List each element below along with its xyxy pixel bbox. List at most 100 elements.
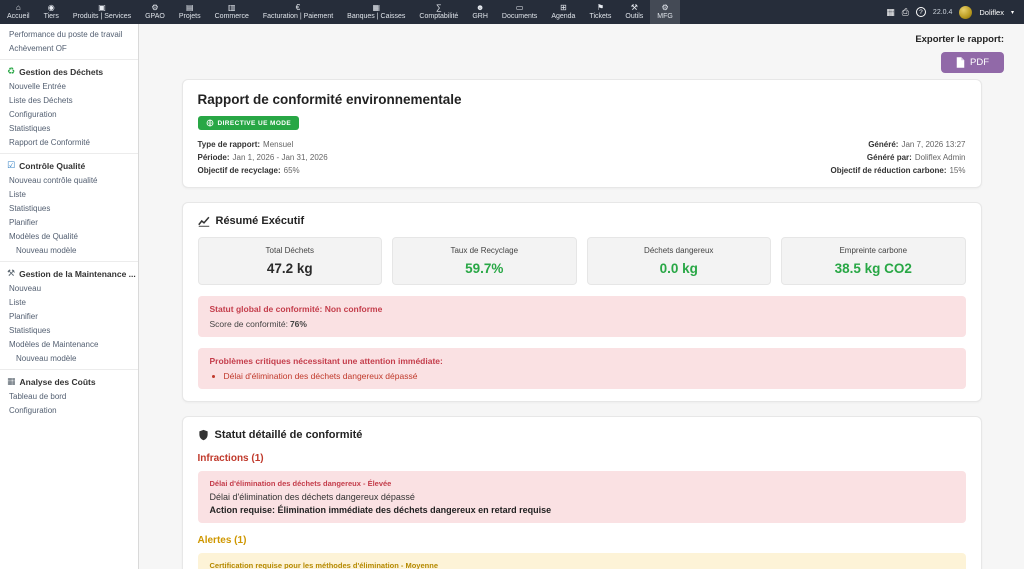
sidebar-item[interactable]: Planifier	[0, 215, 138, 229]
sidebar-item[interactable]: Planifier	[0, 309, 138, 323]
nav-item-label: Agenda	[551, 13, 576, 20]
pdf-button-label: PDF	[970, 57, 989, 68]
nav-item-label: Banques | Caisses	[347, 13, 406, 20]
nav-item-label: Comptabilité	[419, 13, 459, 20]
directive-mode-badge: DIRECTIVE UE MODE	[197, 116, 300, 130]
bank-icon: ▦	[372, 3, 381, 12]
tools-icon: ⚒	[630, 3, 638, 12]
user-menu[interactable]: Doliflex	[979, 8, 1004, 17]
meta-generated: Généré: Jan 7, 2026 13:27	[868, 140, 966, 149]
meta-report-type: Type de rapport: Mensuel	[197, 140, 294, 149]
sidebar-section-title: Contrôle Qualité	[19, 160, 86, 171]
nav-item-gpao[interactable]: ⚙ GPAO	[138, 0, 172, 24]
navbar-right-cluster: ▦ ⎙ ? 22.0.4 Doliflex ▾	[886, 0, 1024, 24]
warning-item: Certification requise pour les méthodes …	[197, 553, 966, 569]
nav-item-projets[interactable]: ▤ Projets	[172, 0, 208, 24]
warnings-heading: Alertes (1)	[197, 535, 247, 546]
top-navbar: ⌂ Accueil ◉ Tiers ▣ Produits | Services …	[0, 0, 1024, 24]
nav-item-label: Projets	[178, 13, 201, 20]
main-menu: ⌂ Accueil ◉ Tiers ▣ Produits | Services …	[0, 0, 680, 24]
nav-item-banques-caisses[interactable]: ▦ Banques | Caisses	[340, 0, 412, 24]
tickets-icon: ⚑	[596, 3, 604, 12]
help-icon[interactable]: ?	[915, 7, 926, 17]
sidebar-item[interactable]: Tableau de bord	[0, 389, 138, 403]
nav-item-label: Outils	[625, 13, 644, 20]
sidebar-item[interactable]: Modèles de Maintenance	[0, 337, 138, 351]
sidebar-section-header[interactable]: ⚒ Gestion de la Maintenance ...	[0, 266, 138, 281]
stat-recycling-rate: Taux de Recyclage 59.7%	[392, 237, 577, 285]
sidebar-item[interactable]: Liste des Déchets	[0, 93, 138, 107]
sidebar-item[interactable]: Statistiques	[0, 121, 138, 135]
nav-item-agenda[interactable]: ⊞ Agenda	[544, 0, 582, 24]
nav-item-outils[interactable]: ⚒ Outils	[618, 0, 650, 24]
nav-item-label: Commerce	[214, 13, 249, 20]
modules-icon[interactable]: ▦	[886, 7, 895, 18]
page-title: Rapport de conformité environnementale	[197, 92, 462, 107]
sidebar-item[interactable]: Modèles de Qualité	[0, 229, 138, 243]
nav-item-commerce[interactable]: ▥ Commerce	[208, 0, 256, 24]
sidebar-item[interactable]: Configuration	[0, 403, 138, 417]
sidebar-section-title: Analyse des Coûts	[19, 376, 96, 387]
summary-title: Résumé Exécutif	[215, 215, 305, 227]
nav-item-label: Documents	[501, 13, 538, 20]
nav-item-grh[interactable]: ☻ GRH	[465, 0, 495, 24]
detail-header: Statut détaillé de conformité	[198, 429, 966, 441]
meta-carbon-target: Objectif de réduction carbone: 15%	[830, 166, 966, 175]
sidebar-item[interactable]: Liste	[0, 295, 138, 309]
print-icon[interactable]: ⎙	[902, 7, 909, 18]
nav-item-label: Accueil	[7, 13, 30, 20]
executive-summary-card: Résumé Exécutif Total Déchets 47.2 kg Ta…	[181, 202, 982, 402]
agenda-icon: ⊞	[560, 3, 567, 12]
nav-item-label: Facturation | Paiement	[262, 13, 334, 20]
sidebar-item[interactable]: Nouveau modèle	[0, 243, 138, 257]
thirdparties-icon: ◉	[47, 3, 55, 12]
user-avatar[interactable]	[959, 5, 973, 19]
sidebar-item[interactable]: Liste	[0, 187, 138, 201]
sidebar-item[interactable]: Statistiques	[0, 201, 138, 215]
nav-item-label: Tiers	[43, 13, 59, 20]
pdf-file-icon	[956, 57, 965, 68]
export-bar: Exporter le rapport: PDF	[159, 30, 1004, 73]
nav-item-documents[interactable]: ▭ Documents	[495, 0, 544, 24]
left-sidebar: Performance du poste de travail Achèveme…	[0, 24, 139, 569]
sidebar-item[interactable]: Statistiques	[0, 323, 138, 337]
stat-hazardous-waste: Déchets dangereux 0.0 kg	[586, 237, 771, 285]
sidebar-item[interactable]: Nouveau contrôle qualité	[0, 173, 138, 187]
sidebar-item[interactable]: Rapport de Conformité	[0, 135, 138, 149]
sidebar-section-maintenance: ⚒ Gestion de la Maintenance ... Nouveau …	[0, 261, 138, 365]
nav-item-tickets[interactable]: ⚑ Tickets	[582, 0, 618, 24]
sidebar-item[interactable]: Nouvelle Entrée	[0, 79, 138, 93]
products-icon: ▣	[98, 3, 106, 12]
meta-recycling-target: Objectif de recyclage: 65%	[197, 166, 300, 175]
export-pdf-button[interactable]: PDF	[941, 52, 1004, 73]
sidebar-section-header[interactable]: ♻ Gestion des Déchets	[0, 64, 138, 79]
export-label: Exporter le rapport:	[915, 34, 1004, 45]
recycle-icon: ♻	[7, 66, 16, 76]
sidebar-section-costs: ▦ Analyse des Coûts Tableau de bord Conf…	[0, 369, 138, 417]
violation-action: Action requise: Élimination immédiate de…	[209, 505, 552, 515]
report-header-card: Rapport de conformité environnementale D…	[181, 79, 982, 188]
sidebar-item[interactable]: Nouveau modèle	[0, 351, 138, 365]
nav-item-mfg[interactable]: ⚙ MFG	[650, 0, 680, 24]
badge-label: DIRECTIVE UE MODE	[217, 119, 292, 127]
compliance-status-alert: Statut global de conformité: Non conform…	[197, 296, 966, 337]
sidebar-item[interactable]: Achèvement OF	[0, 41, 138, 55]
sidebar-item[interactable]: Performance du poste de travail	[0, 27, 138, 41]
nav-item-tiers[interactable]: ◉ Tiers	[37, 0, 66, 24]
sidebar-section-header[interactable]: ▦ Analyse des Coûts	[0, 374, 138, 389]
nav-item-facturation-paiement[interactable]: € Facturation | Paiement	[256, 0, 340, 24]
sidebar-item[interactable]: Configuration	[0, 107, 138, 121]
sidebar-section-header[interactable]: ☑ Contrôle Qualité	[0, 158, 138, 173]
nav-item-label: Tickets	[589, 13, 612, 20]
summary-stats: Total Déchets 47.2 kg Taux de Recyclage …	[197, 237, 966, 285]
sidebar-item[interactable]: Nouveau	[0, 281, 138, 295]
version-badge: 22.0.4	[932, 8, 953, 16]
globe-icon	[206, 119, 213, 127]
sidebar-section-quality: ☑ Contrôle Qualité Nouveau contrôle qual…	[0, 153, 138, 257]
nav-item-accueil[interactable]: ⌂ Accueil	[0, 0, 37, 24]
nav-item-comptabilite[interactable]: ∑ Comptabilité	[412, 0, 465, 24]
nav-item-produits-services[interactable]: ▣ Produits | Services	[66, 0, 138, 24]
detail-title: Statut détaillé de conformité	[214, 429, 363, 441]
meta-period: Période: Jan 1, 2026 - Jan 31, 2026	[197, 153, 328, 162]
stat-total-waste: Total Déchets 47.2 kg	[197, 237, 382, 285]
